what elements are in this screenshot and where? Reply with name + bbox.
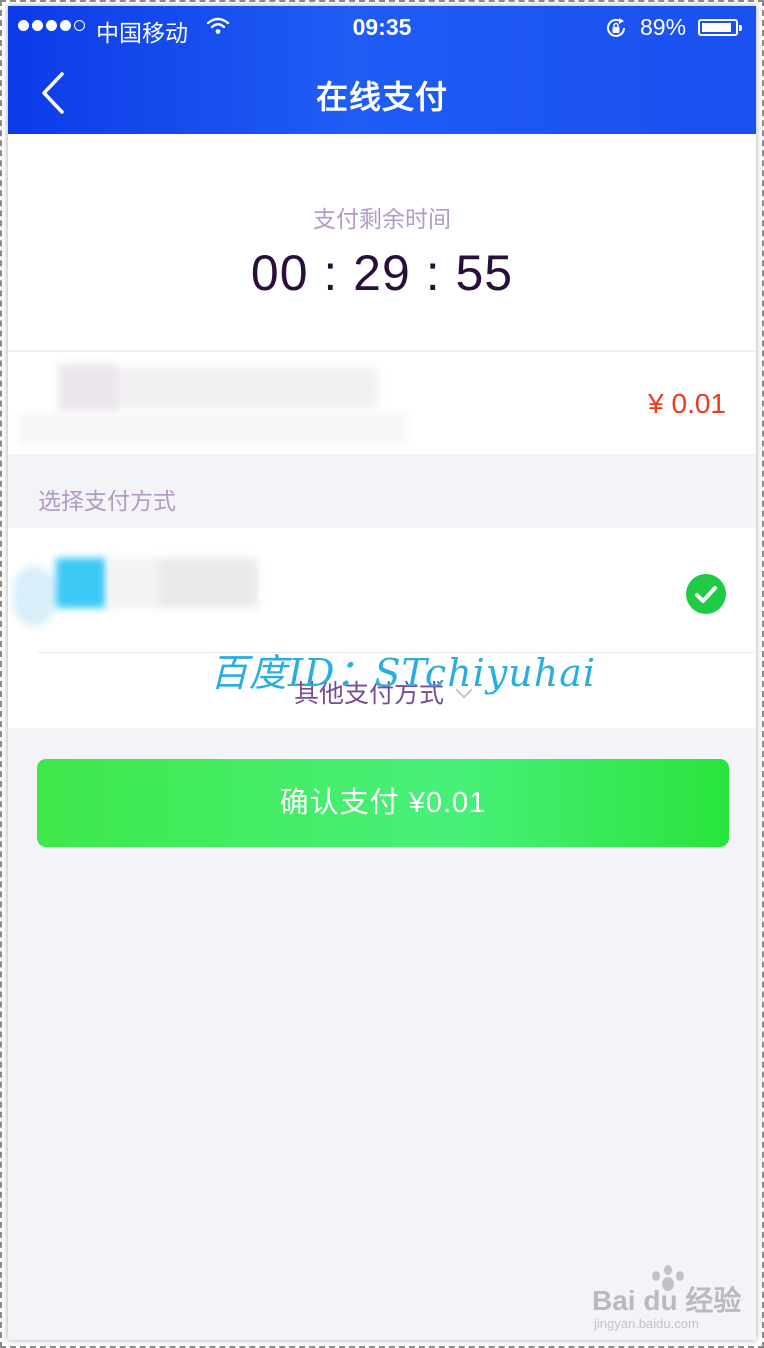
confirm-payment-button[interactable]: 确认支付 ¥0.01 (37, 759, 729, 847)
rotation-lock-icon (604, 16, 628, 46)
watermark-text: 百度ID：STchiyuhai (210, 651, 597, 695)
payment-method-heading: 选择支付方式 (38, 488, 176, 514)
baidu-jingyan-logo: Bai du 经验 jingyan.baidu.com (592, 1265, 741, 1331)
blurred-order-name (18, 364, 408, 412)
order-summary: ¥ 0.01 (8, 351, 756, 454)
blurred-order-detail (18, 414, 408, 444)
header-bar: 中国移动 09:35 89% 在线支付 (8, 6, 756, 134)
countdown-timer: 00 : 29 : 55 (250, 245, 514, 301)
phone-screen: 中国移动 09:35 89% 在线支付 支付剩余时间 00: 29: 55 … (8, 6, 756, 1340)
blurred-payment-name (108, 558, 258, 608)
payment-method-card: 其他支付方式 (8, 528, 756, 728)
timer-card: 支付剩余时间 00 : 29 : 55 (8, 134, 756, 350)
status-bar: 中国移动 09:35 89% (8, 6, 756, 50)
check-circle-icon (686, 574, 726, 614)
logo-wordmark: Bai du 经验 (592, 1284, 741, 1316)
timer-label: 支付剩余时间 (313, 206, 451, 232)
battery-icon (698, 19, 742, 36)
blurred-payment-icon (14, 558, 106, 636)
logo-url: jingyan.baidu.com (593, 1316, 699, 1331)
battery-percent: 89% (640, 14, 687, 40)
order-price: ¥ 0.01 (648, 388, 726, 419)
page-title: 在线支付 (315, 79, 448, 115)
payment-option-selected[interactable] (8, 528, 756, 652)
